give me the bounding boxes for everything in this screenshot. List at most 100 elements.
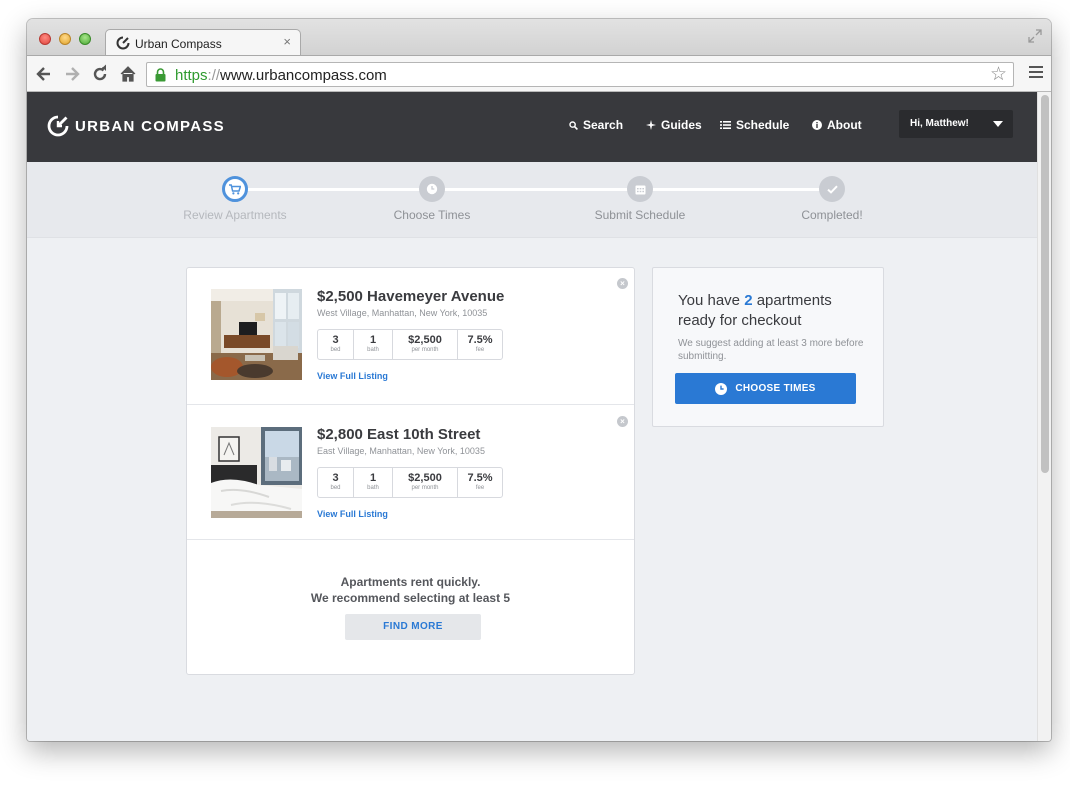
choose-times-label: CHOOSE TIMES (735, 383, 816, 394)
address-bar[interactable]: https://www.urbancompass.com ☆ (146, 62, 1014, 87)
stat-rent: $2,500 per month (393, 468, 458, 497)
listing-photo-living-room[interactable] (211, 289, 302, 380)
scrollbar-thumb[interactable] (1041, 95, 1049, 473)
listing-stats: 3 bed 1 bath $2,500 per month 7.5% fee (317, 329, 503, 360)
nav-schedule[interactable]: Schedule (720, 118, 789, 132)
stat-value: 3 (332, 334, 339, 346)
checkmark-icon (826, 185, 838, 194)
tab-title: Urban Compass (135, 37, 222, 51)
stat-value: $2,500 (408, 334, 442, 346)
stat-value: 1 (369, 472, 377, 484)
chevron-down-icon (993, 121, 1003, 127)
recommend-text-line1: Apartments rent quickly. (340, 575, 481, 589)
page-scrollbar[interactable] (1037, 92, 1051, 741)
stat-unit: fee (475, 485, 485, 491)
logo-text: URBAN COMPASS (75, 117, 225, 135)
nav-search[interactable]: Search (569, 118, 623, 132)
nav-guides[interactable]: Guides (646, 118, 702, 132)
nav-guides-label: Guides (661, 118, 702, 132)
stat-unit: per month (411, 347, 439, 353)
stat-rent: $2,500 per month (393, 330, 458, 359)
back-arrow-icon[interactable] (34, 64, 54, 84)
browser-menu-icon[interactable] (1029, 66, 1043, 80)
stat-value: 7.5% (467, 334, 493, 346)
home-icon[interactable] (118, 64, 138, 84)
info-icon (812, 120, 822, 130)
checkout-note: We suggest adding at least 3 more before… (678, 338, 864, 362)
step-circle (627, 176, 653, 202)
step-circle (419, 176, 445, 202)
listing-item: $2,500 Havemeyer Avenue West Village, Ma… (187, 268, 634, 405)
url-host: www.urbancompass.com (220, 67, 387, 84)
stat-unit: bath (367, 347, 379, 353)
url-separator: :// (207, 67, 221, 84)
stat-value: $2,500 (408, 472, 442, 484)
apartment-count: 2 (744, 292, 753, 309)
reload-icon[interactable] (90, 64, 110, 84)
listing-address: West Village, Manhattan, New York, 10035 (317, 308, 488, 318)
step-label: Submit Schedule (594, 208, 686, 222)
forward-arrow-icon[interactable] (62, 64, 82, 84)
stat-unit: fee (475, 347, 485, 353)
lock-icon (155, 68, 166, 82)
stat-fee: 7.5% fee (458, 468, 502, 497)
clock-icon (715, 382, 728, 395)
listing-title[interactable]: $2,800 East 10th Street (317, 426, 480, 443)
listing-stats: 3 bed 1 bath $2,500 per month 7.5% fee (317, 467, 503, 498)
calendar-icon (635, 185, 645, 194)
stat-bed: 3 bed (318, 468, 354, 497)
browser-tab[interactable]: Urban Compass × (105, 29, 301, 56)
tab-close-icon[interactable]: × (283, 34, 291, 49)
bookmark-star-icon[interactable]: ☆ (990, 65, 1007, 85)
recommendation-panel: Apartments rent quickly. We recommend se… (187, 540, 634, 676)
checkout-title: You have 2 apartments ready for checkout (678, 291, 868, 331)
nav-about[interactable]: About (812, 118, 862, 132)
browser-window: Urban Compass × https://www.urbancompass… (27, 19, 1051, 741)
step-label: Completed! (801, 208, 863, 222)
recommend-text-line2: We recommend selecting at least 5 (310, 591, 511, 605)
listing-address: East Village, Manhattan, New York, 10035 (317, 446, 485, 456)
compass-logo-icon (47, 115, 69, 137)
fullscreen-icon[interactable] (1028, 29, 1042, 43)
nav-schedule-label: Schedule (736, 118, 790, 132)
listing-item: $2,800 East 10th Street East Village, Ma… (187, 406, 634, 540)
remove-listing-icon[interactable]: × (617, 278, 628, 289)
listing-photo-bedroom[interactable] (211, 427, 302, 518)
remove-listing-icon[interactable]: × (617, 416, 628, 427)
browser-titlebar: Urban Compass × (27, 19, 1051, 56)
stat-unit: per month (411, 485, 439, 491)
list-icon (720, 121, 731, 129)
checkout-prefix: You have (678, 292, 741, 309)
view-full-listing-link[interactable]: View Full Listing (317, 371, 388, 381)
close-window-button[interactable] (39, 33, 51, 45)
progress-line (235, 188, 835, 191)
find-more-button[interactable]: FIND MORE (345, 614, 481, 640)
step-choose-times: Choose Times (352, 176, 512, 222)
site-logo[interactable]: URBAN COMPASS (47, 115, 225, 137)
view-full-listing-link[interactable]: View Full Listing (317, 509, 388, 519)
step-circle (819, 176, 845, 202)
stat-unit: bed (330, 347, 341, 353)
step-circle-active (222, 176, 248, 202)
stat-value: 3 (332, 472, 339, 484)
site-header: URBAN COMPASS Search Guides Schedule Abo… (27, 92, 1037, 162)
stat-bath: 1 bath (354, 468, 393, 497)
page-viewport: URBAN COMPASS Search Guides Schedule Abo… (27, 92, 1051, 741)
stat-value: 1 (369, 334, 377, 346)
cart-icon (229, 183, 241, 194)
url-text: https://www.urbancompass.com (175, 67, 387, 84)
selected-listings: $2,500 Havemeyer Avenue West Village, Ma… (186, 267, 635, 675)
minimize-window-button[interactable] (59, 33, 71, 45)
listing-title[interactable]: $2,500 Havemeyer Avenue (317, 288, 504, 305)
checkout-summary: You have 2 apartments ready for checkout… (652, 267, 884, 427)
url-scheme: https (175, 67, 208, 84)
nav-search-label: Search (583, 118, 624, 132)
step-label: Choose Times (393, 208, 471, 222)
user-menu-dropdown[interactable]: Hi, Matthew! (899, 110, 1013, 138)
browser-toolbar: https://www.urbancompass.com ☆ (27, 55, 1051, 92)
zoom-window-button[interactable] (79, 33, 91, 45)
stat-unit: bed (330, 485, 341, 491)
choose-times-button[interactable]: CHOOSE TIMES (675, 373, 856, 404)
stat-unit: bath (367, 485, 379, 491)
step-completed: Completed! (752, 176, 912, 222)
